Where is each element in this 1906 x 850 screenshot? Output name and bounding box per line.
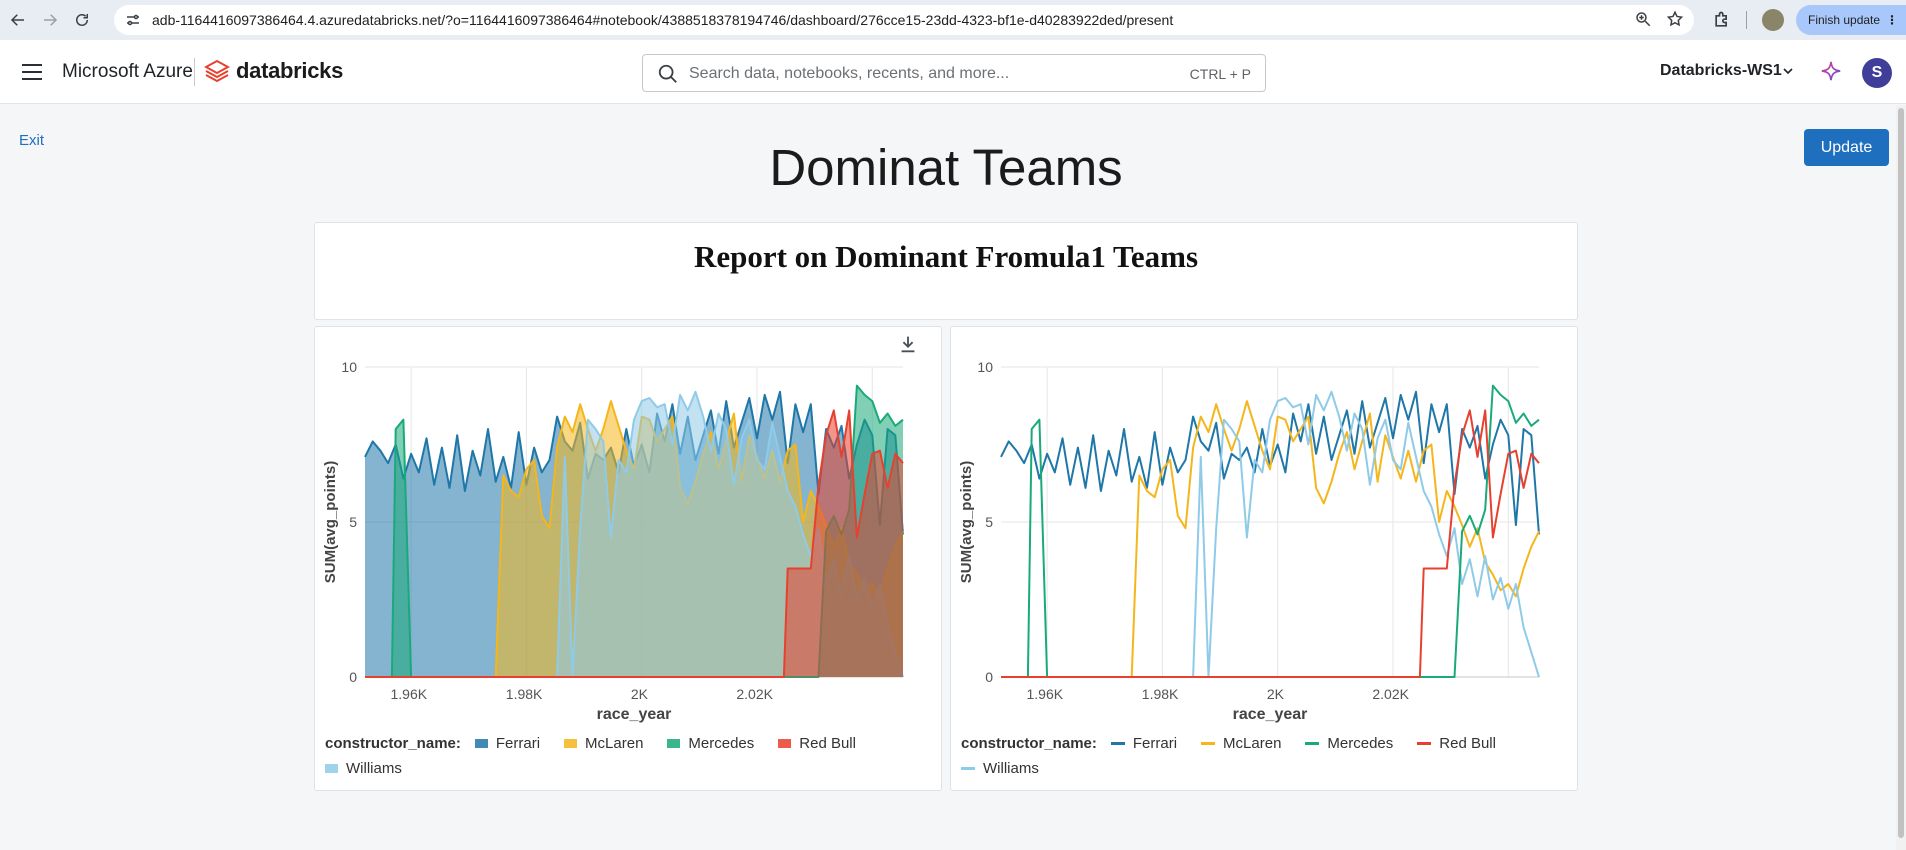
zoom-icon[interactable] <box>1634 10 1652 28</box>
line-chart-card: 0 5 10 1.96K 1.98K 2K 2.02K race_year SUM(avg_po… <box>950 326 1578 791</box>
scrollbar-thumb[interactable] <box>1898 108 1904 838</box>
legend-swatch <box>1201 742 1216 745</box>
legend-swatch <box>474 739 488 748</box>
reload-icon[interactable] <box>68 6 96 34</box>
legend-item[interactable]: Williams <box>961 760 1039 777</box>
finish-update-button[interactable]: Finish update ⋮ <box>1796 5 1906 35</box>
y-tick-label: 10 <box>977 359 993 375</box>
legend-item[interactable]: Williams <box>325 760 402 777</box>
x-tick-label: 1.98K <box>1142 686 1179 702</box>
url-text[interactable]: adb-1164416097386464.4.azuredatabricks.n… <box>152 12 1173 28</box>
legend-item[interactable]: McLaren <box>1201 735 1281 752</box>
legend-item[interactable]: Red Bull <box>1417 735 1496 752</box>
header-divider <box>194 58 195 86</box>
legend-swatch <box>1110 742 1125 745</box>
x-axis-label: race_year <box>1233 706 1308 723</box>
search-shortcut: CTRL + P <box>1189 66 1251 82</box>
more-icon[interactable]: ⋮ <box>1886 13 1898 27</box>
search-icon <box>658 64 677 83</box>
legend-swatch <box>961 767 975 770</box>
y-tick-label: 0 <box>985 669 993 685</box>
series-line-mclaren <box>1124 400 1540 678</box>
legend-label: Red Bull <box>799 735 856 752</box>
y-tick-label: 5 <box>349 514 357 530</box>
legend-label: Ferrari <box>1132 735 1178 752</box>
area-chart[interactable]: 0 5 10 1.96K 1.98K 2K 2.02K race_year SUM(avg_po… <box>315 327 943 727</box>
legend-swatch <box>667 739 681 748</box>
avatar[interactable]: S <box>1862 58 1892 88</box>
legend-label: McLaren <box>585 735 644 752</box>
legend-item[interactable]: Ferrari <box>474 735 541 752</box>
legend-label: Williams <box>346 760 402 777</box>
legend-label: Red Bull <box>1439 735 1496 752</box>
app-header: Microsoft Azure databricks Search data, … <box>0 40 1906 104</box>
brand-label: Microsoft Azure <box>62 61 193 82</box>
legend-swatch <box>564 739 578 748</box>
chart-legend: constructor_name: Ferrari McLaren Mercedes R… <box>325 735 925 777</box>
x-tick-label: 1.96K <box>1027 686 1064 702</box>
chart-legend: constructor_name: Ferrari McLaren Mercedes R… <box>961 735 1561 777</box>
assistant-sparkle-icon[interactable] <box>1820 60 1842 82</box>
legend-label: Mercedes <box>1327 735 1394 752</box>
legend-label: Williams <box>983 760 1039 777</box>
download-icon[interactable] <box>897 333 919 355</box>
x-tick-label: 1.96K <box>391 686 428 702</box>
finish-update-label: Finish update <box>1808 13 1881 27</box>
x-tick-label: 2.02K <box>736 686 773 702</box>
y-tick-label: 5 <box>985 514 993 530</box>
x-axis-label: race_year <box>597 706 672 723</box>
legend-item[interactable]: Ferrari <box>1110 735 1178 752</box>
extensions-icon[interactable] <box>1712 10 1732 30</box>
legend-label: Mercedes <box>688 735 755 752</box>
back-arrow-icon[interactable] <box>4 6 32 34</box>
legend-item[interactable]: Red Bull <box>778 735 856 752</box>
profile-icon[interactable] <box>1762 9 1784 31</box>
area-chart-card: 0 5 10 1.96K 1.98K 2K 2.02K race_year SUM(avg_po… <box>314 326 942 791</box>
y-axis-label: SUM(avg_points) <box>322 461 339 584</box>
page-title: Dominat Teams <box>769 139 1123 196</box>
forward-arrow-icon[interactable] <box>36 6 64 34</box>
search-placeholder: Search data, notebooks, recents, and mor… <box>689 65 1010 82</box>
line-chart[interactable]: 0 5 10 1.96K 1.98K 2K 2.02K race_year SUM(avg_po… <box>951 327 1579 727</box>
legend-swatch <box>1305 742 1320 745</box>
product-name[interactable]: databricks <box>236 58 343 84</box>
report-title: Report on Dominant Fromula1 Teams <box>693 239 1199 274</box>
toolbar-divider <box>1746 11 1747 29</box>
legend-item[interactable]: Mercedes <box>1305 735 1393 752</box>
legend-swatch <box>325 764 338 773</box>
y-axis-label: SUM(avg_points) <box>958 461 975 584</box>
x-tick-label: 1.98K <box>506 686 543 702</box>
legend-swatch <box>1417 742 1432 745</box>
menu-icon[interactable] <box>22 64 42 80</box>
legend-item[interactable]: Mercedes <box>667 735 754 752</box>
address-bar[interactable]: adb-1164416097386464.4.azuredatabricks.n… <box>114 5 1694 35</box>
chevron-down-icon[interactable] <box>1782 65 1794 77</box>
x-tick-label: 2.02K <box>1372 686 1409 702</box>
databricks-logo-icon[interactable] <box>204 58 230 84</box>
series-line-red-bull <box>1001 409 1540 678</box>
y-tick-label: 0 <box>349 669 357 685</box>
legend-item[interactable]: McLaren <box>564 735 643 752</box>
legend-label: McLaren <box>1223 735 1282 752</box>
report-title-card: Report on Dominant Fromula1 Teams <box>314 222 1578 320</box>
legend-title: constructor_name: <box>961 735 1097 752</box>
legend-title: constructor_name: <box>325 735 461 752</box>
legend-swatch <box>778 739 792 748</box>
site-settings-icon[interactable] <box>124 11 142 29</box>
legend-label: Ferrari <box>495 735 541 752</box>
x-tick-label: 2K <box>1267 686 1285 702</box>
workspace-selector[interactable]: Databricks-WS1 <box>1660 62 1782 80</box>
star-icon[interactable] <box>1666 10 1684 28</box>
x-tick-label: 2K <box>631 686 649 702</box>
search-input[interactable]: Search data, notebooks, recents, and mor… <box>642 54 1266 92</box>
y-tick-label: 10 <box>341 359 357 375</box>
